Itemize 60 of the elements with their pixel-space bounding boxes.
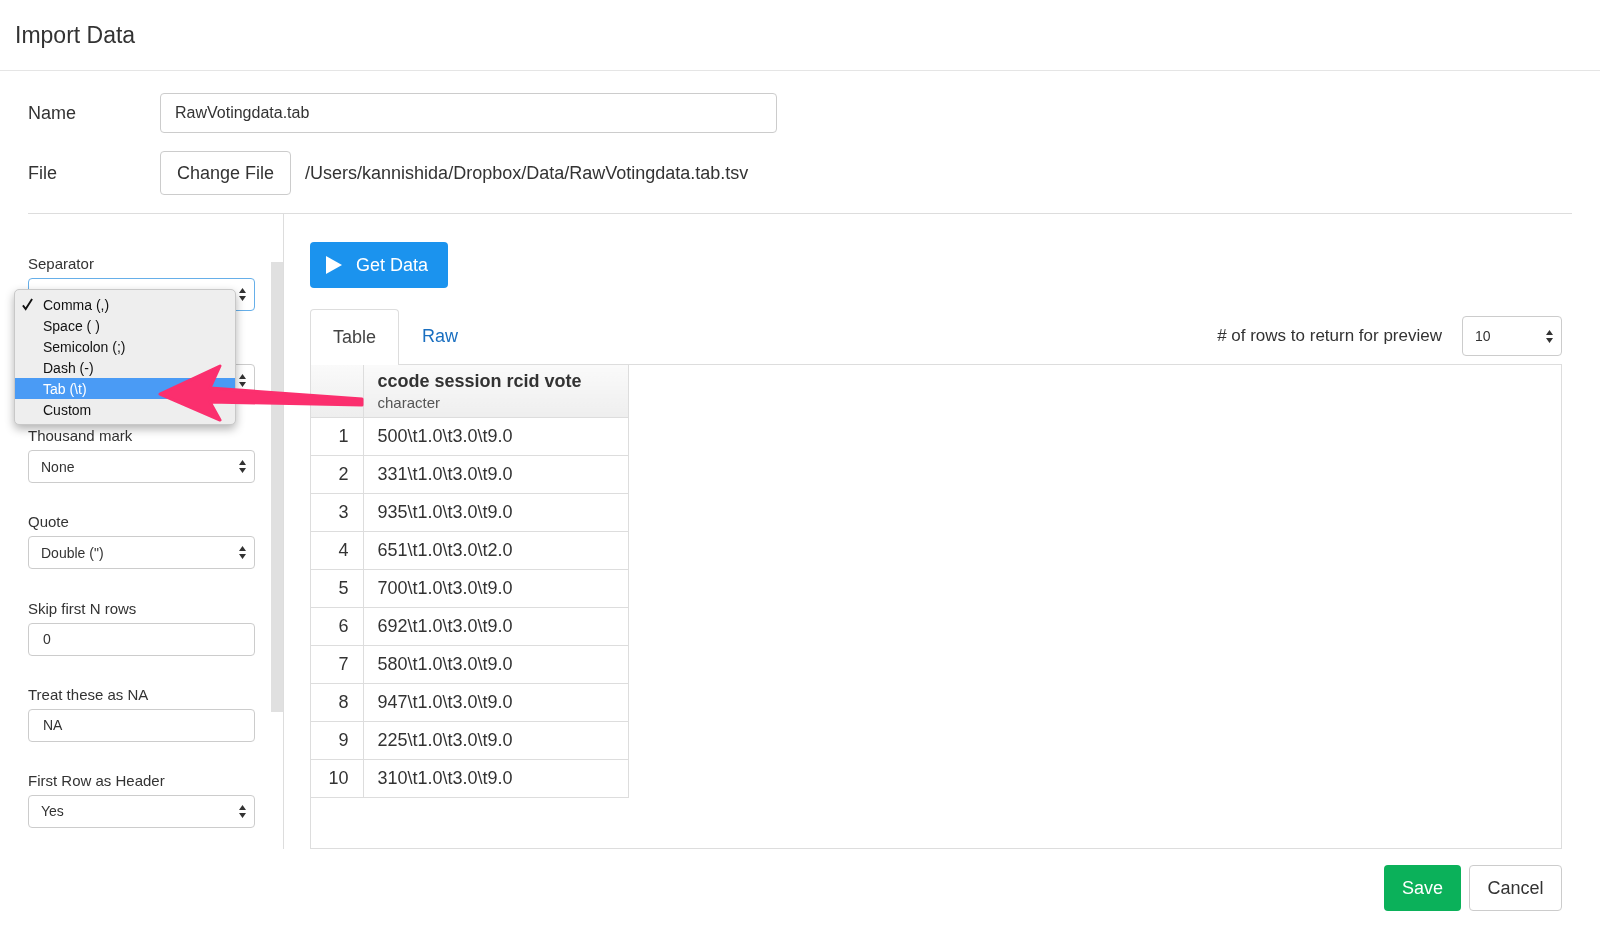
- select-field[interactable]: Yes: [28, 794, 256, 828]
- row-number: 7: [311, 645, 363, 684]
- option-label: Thousand mark: [28, 427, 133, 445]
- play-icon: [326, 256, 342, 274]
- row-number: 1: [311, 417, 363, 456]
- menu-item[interactable]: Dash (-): [15, 357, 235, 378]
- table-cell: 310\t1.0\t3.0\t9.0: [363, 759, 628, 798]
- updown-arrows-icon: [239, 804, 247, 818]
- menu-item[interactable]: Space ( ): [15, 315, 235, 336]
- row-number: 8: [311, 683, 363, 722]
- menu-item[interactable]: Comma (,): [15, 294, 235, 315]
- row-number: 4: [311, 531, 363, 570]
- field-label: File: [28, 162, 58, 184]
- option-label: First Row as Header: [28, 771, 165, 789]
- table-cell: 935\t1.0\t3.0\t9.0: [363, 493, 628, 532]
- input-field[interactable]: 0: [28, 622, 256, 656]
- name-field[interactable]: RawVotingdata.tab: [160, 93, 777, 133]
- dialog-title: Import Data: [15, 21, 136, 49]
- preview-rows-label: # of rows to return for preview: [1217, 326, 1442, 346]
- select-field[interactable]: Double ("): [28, 536, 256, 570]
- updown-arrows-icon: [239, 460, 247, 474]
- tab[interactable]: Table: [310, 309, 400, 365]
- select-value: Yes: [41, 803, 64, 820]
- tab[interactable]: Raw: [399, 308, 482, 364]
- table-cell: 500\t1.0\t3.0\t9.0: [363, 417, 628, 456]
- option-label: Separator: [28, 255, 94, 272]
- updown-arrows-icon: [239, 374, 247, 388]
- preview-rows-select[interactable]: 10: [1462, 316, 1562, 356]
- menu-item[interactable]: Semicolon (;): [15, 336, 235, 357]
- option-label: Treat these as NA: [28, 685, 149, 703]
- updown-arrows-icon: [239, 546, 247, 560]
- row-number: 5: [311, 569, 363, 608]
- updown-arrows-icon: [239, 288, 247, 301]
- select-field[interactable]: None: [28, 450, 256, 484]
- table-cell: 580\t1.0\t3.0\t9.0: [363, 645, 628, 684]
- column-type: character: [377, 394, 442, 411]
- scrollbar[interactable]: [271, 262, 283, 712]
- row-number: 9: [311, 721, 363, 760]
- option-label: Skip first N rows: [28, 599, 137, 617]
- table-cell: 692\t1.0\t3.0\t9.0: [363, 607, 628, 646]
- table-cell: 225\t1.0\t3.0\t9.0: [363, 721, 628, 760]
- field-label: Name: [28, 102, 77, 124]
- select-value: Double ("): [41, 544, 104, 561]
- updown-arrows-icon: [1546, 329, 1553, 343]
- menu-item[interactable]: Custom: [15, 399, 235, 420]
- table-cell: 700\t1.0\t3.0\t9.0: [363, 569, 628, 608]
- select-value: None: [41, 458, 75, 475]
- file-path: /Users/kannishida/Dropbox/Data/RawVotingdata.tab.tsv: [305, 162, 749, 184]
- column-name: ccode session rcid vote: [377, 371, 583, 392]
- row-number: 3: [311, 493, 363, 532]
- table-cell: 651\t1.0\t3.0\t2.0: [363, 531, 628, 570]
- cancel-button[interactable]: Cancel: [1469, 865, 1562, 911]
- row-number: 2: [311, 455, 363, 494]
- input-field[interactable]: NA: [28, 708, 256, 742]
- table-cell: 331\t1.0\t3.0\t9.0: [363, 455, 628, 494]
- change-file-button[interactable]: Change File: [160, 151, 292, 195]
- option-label: Quote: [28, 513, 69, 531]
- row-number: 6: [311, 607, 363, 646]
- table-cell: 947\t1.0\t3.0\t9.0: [363, 683, 628, 722]
- row-number: 10: [311, 759, 363, 798]
